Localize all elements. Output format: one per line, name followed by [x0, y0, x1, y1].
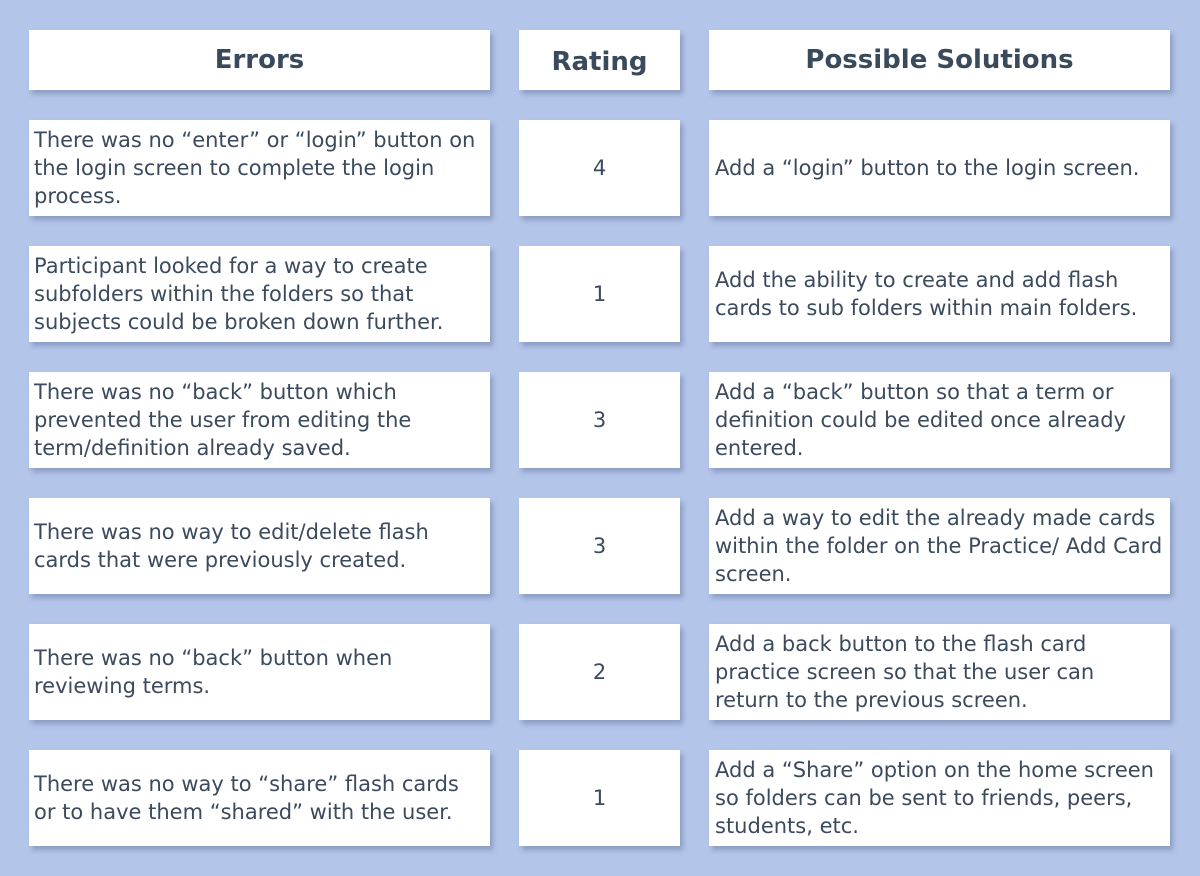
solution-cell: Add a “login” button to the login screen…	[709, 120, 1170, 216]
header-rating-label: Rating	[551, 47, 648, 77]
rating-value: 1	[592, 282, 607, 306]
rating-value: 3	[592, 408, 607, 432]
solution-cell: Add a way to edit the already made cards…	[709, 498, 1170, 594]
solution-text: Add a back button to the flash card prac…	[715, 632, 1095, 712]
solution-text: Add a “back” button so that a term or de…	[715, 380, 1126, 460]
header-rating: Rating	[519, 30, 680, 90]
error-text: There was no “back” button which prevent…	[34, 380, 412, 460]
error-cell: There was no way to “share” flash cards …	[29, 750, 490, 846]
solution-cell: Add a “back” button so that a term or de…	[709, 372, 1170, 468]
solution-text: Add a way to edit the already made cards…	[715, 506, 1163, 586]
error-cell: There was no “back” button when reviewin…	[29, 624, 490, 720]
rating-cell: 4	[519, 120, 680, 216]
solution-text: Add a “Share” option on the home screen …	[715, 758, 1154, 838]
error-cell: There was no “back” button which prevent…	[29, 372, 490, 468]
error-cell: Participant looked for a way to create s…	[29, 246, 490, 342]
rating-cell: 3	[519, 498, 680, 594]
rating-cell: 3	[519, 372, 680, 468]
solution-text: Add the ability to create and add flash …	[715, 268, 1138, 320]
header-solutions: Possible Solutions	[709, 30, 1170, 90]
error-text: There was no “enter” or “login” button o…	[34, 128, 476, 208]
rating-cell: 2	[519, 624, 680, 720]
rating-value: 3	[592, 534, 607, 558]
error-cell: There was no “enter” or “login” button o…	[29, 120, 490, 216]
rating-cell: 1	[519, 246, 680, 342]
error-text: There was no way to edit/delete flash ca…	[34, 520, 429, 572]
rating-value: 1	[592, 786, 607, 810]
error-text: Participant looked for a way to create s…	[34, 254, 444, 334]
rating-value: 4	[592, 156, 607, 180]
header-errors: Errors	[29, 30, 490, 90]
solution-text: Add a “login” button to the login screen…	[715, 156, 1140, 180]
error-cell: There was no way to edit/delete flash ca…	[29, 498, 490, 594]
solution-cell: Add the ability to create and add flash …	[709, 246, 1170, 342]
header-solutions-label: Possible Solutions	[805, 45, 1074, 75]
error-text: There was no way to “share” flash cards …	[34, 772, 459, 824]
rating-value: 2	[592, 660, 607, 684]
solution-cell: Add a “Share” option on the home screen …	[709, 750, 1170, 846]
error-text: There was no “back” button when reviewin…	[34, 646, 393, 698]
rating-cell: 1	[519, 750, 680, 846]
header-errors-label: Errors	[214, 45, 305, 75]
solution-cell: Add a back button to the flash card prac…	[709, 624, 1170, 720]
